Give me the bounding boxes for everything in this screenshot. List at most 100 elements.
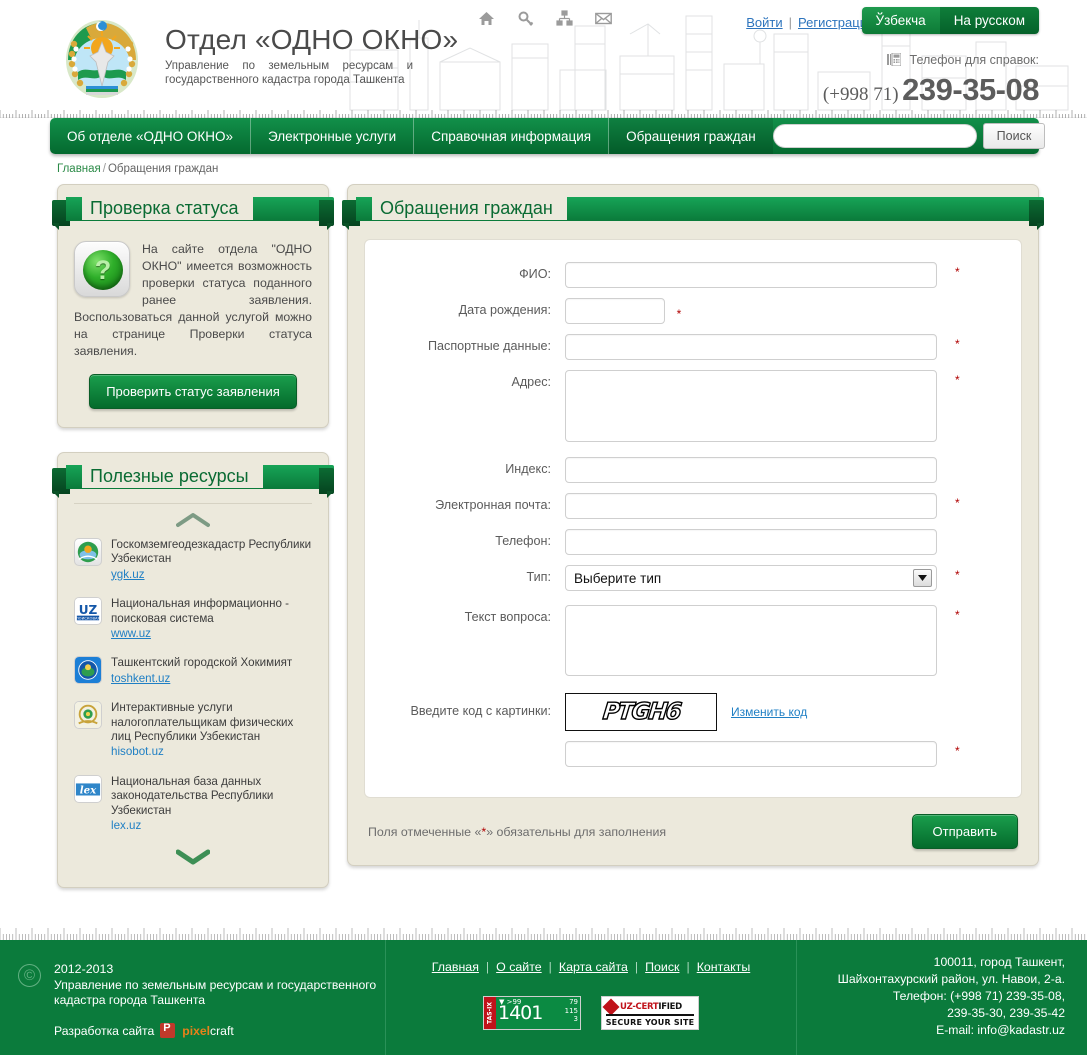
email-input[interactable] [565, 493, 937, 519]
developer-credit: Разработка сайта pixelcraft [54, 1022, 385, 1038]
resource-name: Национальная база данных законодательств… [111, 774, 274, 817]
sidebar: Проверка статуса ? На сайте отдела "ОДНО… [52, 184, 334, 912]
copyright-icon: © [18, 964, 41, 987]
passport-input[interactable] [565, 334, 937, 360]
contact-line-4: 239-35-30, 239-35-42 [947, 1006, 1065, 1020]
captcha-input-label [365, 741, 565, 746]
footer-link-search[interactable]: Поиск [645, 960, 679, 974]
nav-item-citizen-appeals[interactable]: Обращения граждан [609, 118, 773, 154]
nav-item-about[interactable]: Об отделе «ОДНО ОКНО» [50, 118, 251, 154]
lang-button-ru[interactable]: На русском [939, 7, 1039, 34]
useful-resources-panel: Полезные ресурсы Госкомземгеодезкадастр … [52, 452, 334, 888]
tasix-counter-badge[interactable]: TAS-IX ▼ >99 1401 79 115 3 [483, 996, 581, 1030]
field-row-captcha: Введите код с картинки: PTGH6 Изменить к… [365, 693, 1021, 731]
footer-link-contacts[interactable]: Контакты [697, 960, 751, 974]
birthdate-control: * [565, 298, 681, 324]
header-ruler-divider [0, 110, 1087, 118]
footer-link-about[interactable]: О сайте [496, 960, 542, 974]
footer-link-home[interactable]: Главная [432, 960, 479, 974]
home-icon[interactable] [478, 10, 495, 27]
resource-link[interactable]: toshkent.uz [111, 672, 292, 686]
footer-copyright-column: © 2012-2013 Управление по земельным ресу… [0, 940, 385, 1055]
index-input[interactable] [565, 457, 937, 483]
phone-main-number: 239-35-08 [902, 72, 1039, 107]
fio-input[interactable] [565, 262, 937, 288]
uzbekistan-coat-of-arms-emblem [64, 18, 140, 100]
captcha-input[interactable] [565, 741, 937, 767]
breadcrumb-home[interactable]: Главная [57, 163, 101, 175]
key-icon[interactable] [517, 10, 534, 27]
svg-text:lex: lex [80, 785, 97, 797]
passport-control: * [565, 334, 960, 360]
status-panel-body: ? На сайте отдела "ОДНО ОКНО" имеется во… [58, 227, 328, 427]
chevron-down-icon[interactable] [913, 569, 932, 587]
citizen-appeals-panel: Обращения граждан ФИО: * Дата рождения: … [342, 184, 1044, 866]
field-row-index: Индекс: [365, 457, 1021, 483]
toshkent-logo-icon [74, 656, 102, 685]
submit-button[interactable]: Отправить [911, 814, 1018, 849]
refresh-captcha-link[interactable]: Изменить код [731, 705, 807, 719]
resource-name: Ташкентский городской Хокимият [111, 656, 293, 670]
email-control: * [565, 493, 960, 519]
telephone-icon [887, 52, 902, 67]
list-item[interactable]: Госкомземгеодезкадастр Республики Узбеки… [74, 538, 312, 582]
required-asterisk: * [955, 265, 960, 279]
required-asterisk: * [676, 307, 682, 321]
question-textarea[interactable] [565, 605, 937, 676]
field-row-address: Адрес: * [365, 370, 1021, 445]
resource-link[interactable]: www.uz [111, 627, 312, 641]
type-select[interactable]: Выберите тип [565, 565, 937, 591]
site-footer: © 2012-2013 Управление по земельным ресу… [0, 940, 1087, 1055]
uzcert-title-b: IFIED [658, 1001, 682, 1012]
type-select-value: Выберите тип [574, 570, 662, 586]
login-link[interactable]: Войти [746, 15, 782, 30]
resource-link[interactable]: hisobot.uz [111, 745, 312, 759]
list-item[interactable]: UZ ПОИСКОВАЯ Национальная информационно -… [74, 597, 312, 641]
list-item[interactable]: Интерактивные услуги налогоплательщикам … [74, 701, 312, 760]
search-button[interactable]: Поиск [982, 123, 1046, 149]
field-row-captcha-input: * [365, 741, 1021, 767]
svg-text:UZ: UZ [79, 603, 98, 617]
auth-separator: | [788, 15, 792, 30]
nav-item-eservices[interactable]: Электронные услуги [251, 118, 415, 154]
footer-nav-separator: | [548, 960, 552, 974]
check-status-button[interactable]: Проверить статус заявления [89, 374, 297, 409]
footer-navigation: Главная | О сайте | Карта сайта | Поиск | Контак… [386, 960, 796, 974]
birthdate-input[interactable] [565, 298, 665, 324]
chevron-down-icon[interactable] [176, 849, 210, 865]
footer-nav-separator: | [485, 960, 490, 974]
footer-link-sitemap[interactable]: Карта сайта [559, 960, 628, 974]
field-row-question: Текст вопроса: * [365, 605, 1021, 679]
tasix-stat-3: 3 [573, 1015, 578, 1023]
form-panel-title: Обращения граждан [372, 196, 567, 220]
resource-link[interactable]: lex.uz [111, 819, 312, 833]
tasix-label: TAS-IX [484, 997, 496, 1029]
uzcert-badge[interactable]: UZ-CERTIFIED SECURE YOUR SITE [601, 996, 699, 1030]
svg-text:ПОИСКОВАЯ: ПОИСКОВАЯ [76, 617, 101, 621]
required-asterisk: * [955, 608, 960, 622]
search-input[interactable] [772, 124, 977, 148]
list-item[interactable]: lex Национальная база данных законодател… [74, 774, 312, 834]
resources-panel-body: Госкомземгеодезкадастр Республики Узбеки… [58, 495, 328, 887]
lang-button-uz[interactable]: Ўзбекча [861, 7, 940, 34]
envelope-icon[interactable] [595, 10, 612, 27]
sitemap-icon[interactable] [556, 10, 573, 27]
footer-org-name: Управление по земельным ресурсам и госуд… [54, 978, 377, 1007]
resource-link[interactable]: ygk.uz [111, 568, 312, 582]
chevron-up-icon[interactable] [176, 512, 210, 528]
passport-label: Паспортные данные: [428, 339, 551, 353]
tasix-count: 1401 [498, 1002, 543, 1024]
status-panel-title: Проверка статуса [82, 196, 253, 220]
resource-name: Национальная информационно - поисковая с… [111, 597, 290, 625]
form-panel-header: Обращения граждан [342, 196, 1044, 227]
main-area: Обращения граждан ФИО: * Дата рождения: … [342, 184, 1044, 866]
nav-item-reference[interactable]: Справочная информация [414, 118, 610, 154]
question-mark-glyph: ? [94, 255, 112, 285]
address-textarea[interactable] [565, 370, 937, 442]
nav-search-group: Поиск [772, 118, 1052, 154]
pixelcraft-brand[interactable]: pixelcraft [182, 1024, 233, 1038]
index-label: Индекс: [505, 462, 551, 476]
phone-input[interactable] [565, 529, 937, 555]
site-header: Отдел «ОДНО ОКНО» Управление по земельны… [0, 0, 1087, 118]
list-item[interactable]: Ташкентский городской Хокимият toshkent.… [74, 656, 312, 686]
